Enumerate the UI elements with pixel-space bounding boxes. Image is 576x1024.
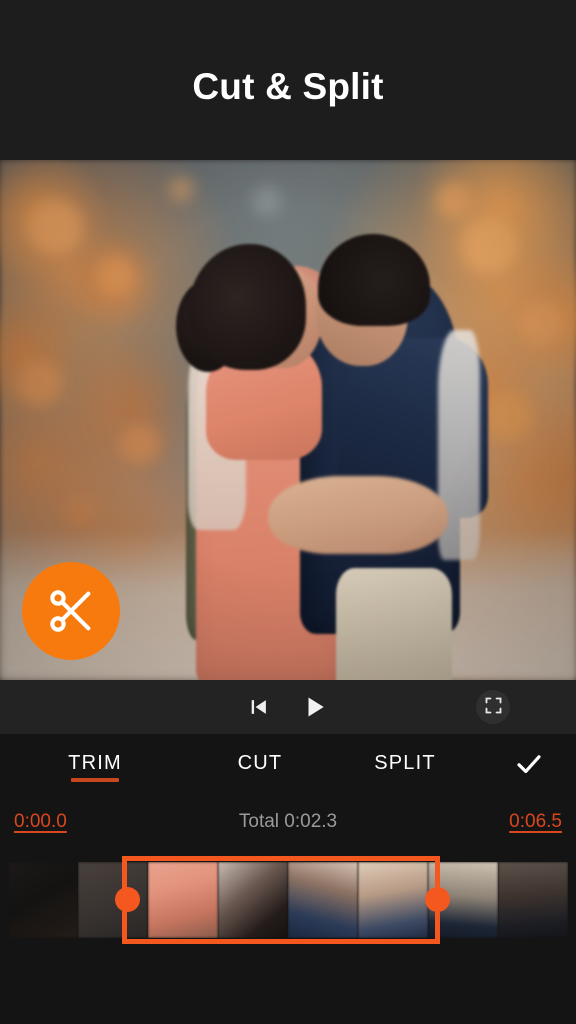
tab-trim[interactable]: TRIM xyxy=(0,734,190,796)
scissors-icon xyxy=(45,585,97,637)
skip-to-start-button[interactable] xyxy=(248,696,270,718)
skip-previous-icon xyxy=(248,696,270,718)
tab-active-underline xyxy=(71,778,119,782)
timeline-track[interactable] xyxy=(0,848,576,1024)
total-duration-label: Total 0:02.3 xyxy=(238,811,338,832)
tab-split[interactable]: SPLIT xyxy=(330,734,480,796)
list-item[interactable] xyxy=(8,862,78,938)
video-preview[interactable] xyxy=(0,160,576,680)
end-time-value[interactable]: 0:06.5 xyxy=(509,811,562,833)
page-title: Cut & Split xyxy=(192,66,384,107)
fullscreen-button[interactable] xyxy=(476,690,510,724)
checkmark-icon xyxy=(513,748,545,783)
play-icon xyxy=(302,694,328,720)
list-item[interactable] xyxy=(498,862,568,938)
start-time-value[interactable]: 0:00.0 xyxy=(14,811,67,833)
tab-trim-label: TRIM xyxy=(68,751,122,774)
filmstrip[interactable] xyxy=(8,862,568,938)
confirm-button[interactable] xyxy=(506,745,552,785)
play-button[interactable] xyxy=(302,694,328,720)
tab-split-label: SPLIT xyxy=(374,751,436,774)
mode-tab-bar: TRIM CUT SPLIT xyxy=(0,734,576,796)
trim-handle-left[interactable] xyxy=(115,887,140,912)
time-indicator-row: 0:00.0 Total 0:02.3 0:06.5 xyxy=(0,796,576,848)
tab-cut-label: CUT xyxy=(237,751,283,774)
trim-handle-right[interactable] xyxy=(425,887,450,912)
list-item[interactable] xyxy=(288,862,358,938)
scissors-fab-button[interactable] xyxy=(22,562,120,660)
list-item[interactable] xyxy=(358,862,428,938)
fullscreen-crop-icon xyxy=(483,695,504,719)
list-item[interactable] xyxy=(218,862,288,938)
tab-cut[interactable]: CUT xyxy=(190,734,330,796)
list-item[interactable] xyxy=(148,862,218,938)
playback-controls-bar xyxy=(0,680,576,734)
app-header: Cut & Split xyxy=(0,0,576,160)
cut-split-screen: Cut & Split TRIM CUT SPLIT 0:00.0 Total … xyxy=(0,0,576,1024)
